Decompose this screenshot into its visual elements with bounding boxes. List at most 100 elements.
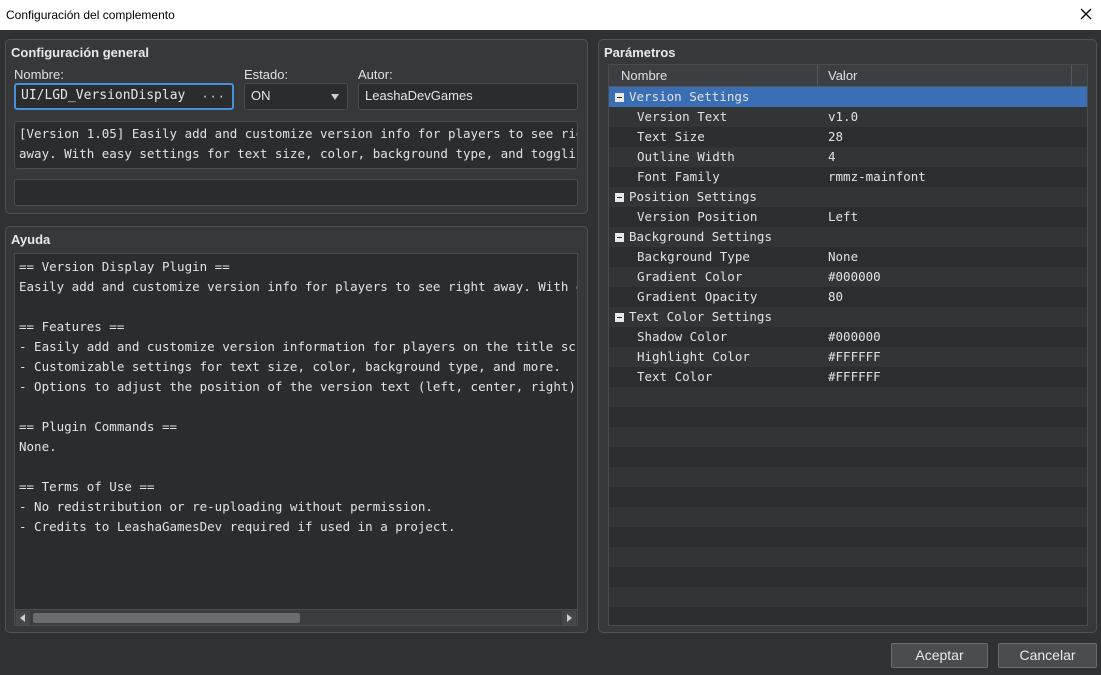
param-value: 4 [828, 149, 836, 164]
collapse-icon[interactable] [615, 93, 624, 102]
param-row[interactable]: Gradient Color #000000 [609, 267, 1087, 287]
param-row[interactable]: Version Text v1.0 [609, 107, 1087, 127]
empty-row [609, 567, 1087, 587]
column-header-name[interactable]: Nombre [621, 68, 667, 83]
param-row[interactable]: Shadow Color #000000 [609, 327, 1087, 347]
param-value: v1.0 [828, 109, 859, 124]
param-name: Background Settings [629, 229, 772, 244]
params-title: Parámetros [604, 45, 676, 60]
help-line: - Easily add and customize version infor… [19, 339, 578, 354]
param-name: Gradient Color [637, 269, 743, 284]
empty-row [609, 547, 1087, 567]
param-value: rmmz-mainfont [828, 169, 926, 184]
param-name: Background Type [637, 249, 750, 264]
description-line: [Version 1.05] Easily add and customize … [19, 126, 578, 141]
param-name: Version Settings [629, 89, 750, 104]
help-line: - No redistribution or re-uploading with… [19, 499, 433, 514]
chevron-down-icon [331, 94, 339, 100]
help-line [15, 457, 577, 477]
help-horizontal-scrollbar[interactable] [15, 609, 577, 625]
window-title: Configuración del complemento [6, 8, 175, 22]
general-config-title: Configuración general [11, 45, 149, 60]
param-group-row[interactable]: Text Color Settings [609, 307, 1087, 327]
param-row[interactable]: Background Type None [609, 247, 1087, 267]
param-name: Version Text [637, 109, 728, 124]
help-line: == Plugin Commands == [19, 419, 178, 434]
scroll-right-button[interactable] [562, 611, 576, 625]
param-name: Text Color Settings [629, 309, 772, 324]
empty-row [609, 607, 1087, 625]
window-titlebar: Configuración del complemento [0, 0, 1101, 30]
param-name: Version Position [637, 209, 758, 224]
cancel-button[interactable]: Cancelar [998, 643, 1097, 668]
empty-row [609, 467, 1087, 487]
description-line: away. With easy settings for text size, … [19, 146, 578, 161]
help-line [15, 297, 577, 317]
column-header-value[interactable]: Valor [828, 68, 857, 83]
param-row[interactable]: Outline Width 4 [609, 147, 1087, 167]
column-divider [1071, 65, 1072, 87]
params-tree: Nombre Valor Version Settings Version Te… [608, 64, 1088, 626]
empty-row [609, 587, 1087, 607]
param-value: #000000 [828, 329, 881, 344]
param-name: Font Family [637, 169, 720, 184]
empty-row [609, 507, 1087, 527]
param-row[interactable]: Version Position Left [609, 207, 1087, 227]
param-group-row[interactable]: Version Settings [609, 87, 1087, 107]
param-row[interactable]: Gradient Opacity 80 [609, 287, 1087, 307]
arrow-left-icon [20, 614, 25, 622]
param-name: Outline Width [637, 149, 735, 164]
state-select[interactable]: ON [244, 83, 348, 110]
param-row[interactable]: Text Size 28 [609, 127, 1087, 147]
help-line: == Version Display Plugin == [19, 259, 230, 274]
collapse-icon[interactable] [615, 233, 624, 242]
params-rows: Version Settings Version Text v1.0 Text … [609, 87, 1087, 625]
empty-row [609, 527, 1087, 547]
param-name: Position Settings [629, 189, 757, 204]
help-line: - Credits to LeashaGamesDev required if … [19, 519, 456, 534]
param-value: Left [828, 209, 859, 224]
state-label: Estado: [244, 67, 289, 82]
help-line: Easily add and customize version info fo… [19, 279, 578, 294]
ok-button[interactable]: Aceptar [891, 643, 988, 668]
author-value: LeashaDevGames [365, 88, 473, 103]
param-value: None [828, 249, 859, 264]
param-row[interactable]: Font Family rmmz-mainfont [609, 167, 1087, 187]
empty-row [609, 487, 1087, 507]
param-group-row[interactable]: Position Settings [609, 187, 1087, 207]
param-value: #FFFFFF [828, 349, 881, 364]
state-value: ON [251, 88, 271, 103]
plugin-name-value: UI/LGD_VersionDisplay [21, 88, 186, 103]
extra-field[interactable] [14, 179, 578, 206]
param-row[interactable]: Text Color #FFFFFF [609, 367, 1087, 387]
browse-button[interactable]: ··· [201, 90, 226, 104]
help-line: None. [19, 439, 57, 454]
param-group-row[interactable]: Background Settings [609, 227, 1087, 247]
author-label: Autor: [358, 67, 393, 82]
author-field[interactable]: LeashaDevGames [358, 83, 578, 110]
collapse-icon[interactable] [615, 313, 624, 322]
param-name: Text Color [637, 369, 713, 384]
param-value: 80 [828, 289, 844, 304]
param-value: #FFFFFF [828, 369, 881, 384]
name-label: Nombre: [14, 67, 64, 82]
column-divider [817, 65, 818, 87]
param-name: Text Size [637, 129, 705, 144]
description-field[interactable]: [Version 1.05] Easily add and customize … [14, 121, 578, 169]
param-value: 28 [828, 129, 844, 144]
arrow-right-icon [567, 614, 572, 622]
param-name: Shadow Color [637, 329, 728, 344]
empty-row [609, 447, 1087, 467]
param-name: Gradient Opacity [637, 289, 758, 304]
empty-row [609, 387, 1087, 407]
scrollbar-thumb[interactable] [33, 613, 300, 623]
collapse-icon[interactable] [615, 193, 624, 202]
scroll-left-button[interactable] [16, 611, 30, 625]
params-header: Nombre Valor [609, 65, 1087, 87]
help-line [15, 397, 577, 417]
param-row[interactable]: Highlight Color #FFFFFF [609, 347, 1087, 367]
close-icon[interactable] [1077, 5, 1095, 23]
help-textbox[interactable]: == Version Display Plugin == Easily add … [14, 253, 578, 626]
help-title: Ayuda [11, 232, 51, 247]
plugin-name-field[interactable]: UI/LGD_VersionDisplay ··· [14, 83, 234, 110]
